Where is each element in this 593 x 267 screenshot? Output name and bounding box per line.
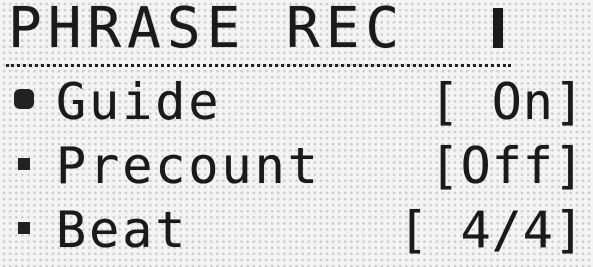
title-cursor — [493, 8, 503, 48]
menu-item-label: Precount — [56, 137, 321, 195]
screen-title: PHRASE REC — [8, 0, 406, 61]
title-underline — [6, 64, 511, 67]
menu-item-value: [ 4/4] — [398, 201, 585, 259]
menu-item-label: Beat — [56, 201, 189, 259]
menu-item-guide[interactable]: Guide [ On] — [0, 72, 593, 132]
menu-item-beat[interactable]: Beat [ 4/4] — [0, 200, 593, 260]
menu-item-label: Guide — [56, 73, 222, 131]
bullet-icon — [18, 222, 30, 234]
lcd-display: PHRASE REC Guide [ On] Precount [Off] Be… — [0, 0, 593, 267]
menu-item-value: [Off] — [429, 137, 585, 195]
menu-item-value: [ On] — [429, 73, 585, 131]
bullet-icon — [18, 158, 30, 170]
selected-bullet-icon — [14, 89, 34, 109]
menu-item-precount[interactable]: Precount [Off] — [0, 136, 593, 196]
